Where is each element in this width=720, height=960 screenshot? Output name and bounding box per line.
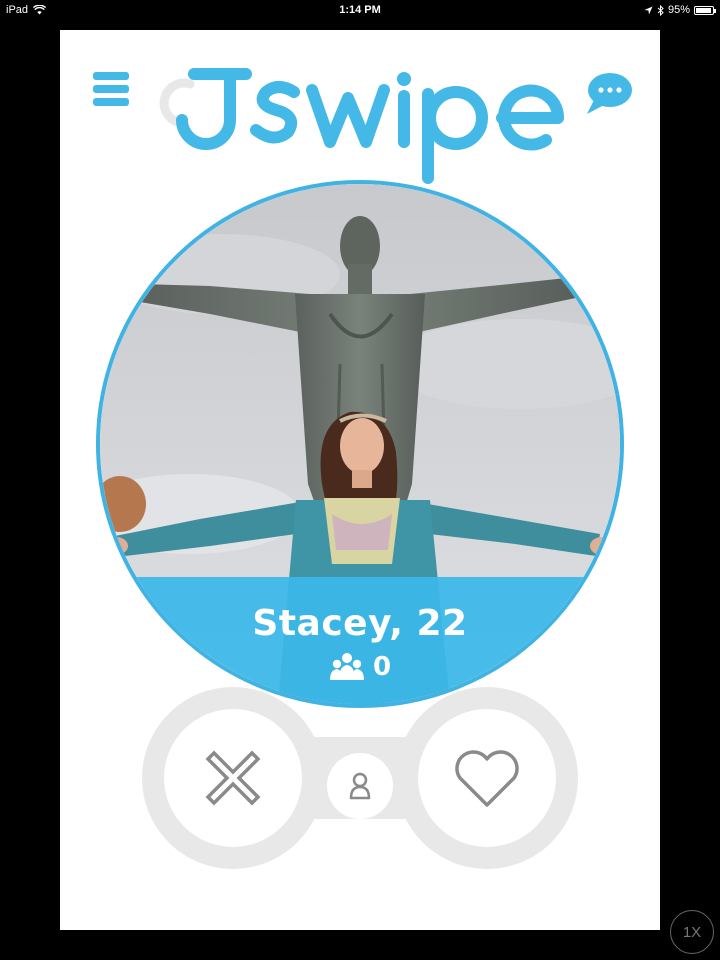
status-time: 1:14 PM xyxy=(339,4,381,16)
person-icon xyxy=(349,772,371,800)
location-arrow-icon xyxy=(644,5,653,15)
chat-bubble-icon xyxy=(587,73,632,114)
bluetooth-icon xyxy=(657,4,664,16)
jswipe-logo xyxy=(159,68,565,184)
nope-button[interactable] xyxy=(164,709,302,847)
battery-icon xyxy=(694,5,716,15)
like-button[interactable] xyxy=(418,709,556,847)
status-bar-right: 95% xyxy=(644,4,716,16)
heart-icon xyxy=(455,750,519,807)
compatibility-zoom-button[interactable]: 1X xyxy=(670,910,714,954)
group-icon xyxy=(329,653,364,680)
action-bar xyxy=(140,685,580,871)
menu-button[interactable] xyxy=(93,72,129,108)
x-icon xyxy=(205,750,261,806)
mutual-friends-count: 0 xyxy=(372,652,392,682)
profile-card[interactable]: Stacey, 22 0 xyxy=(96,180,624,708)
mutual-friends: 0 xyxy=(329,652,391,682)
profile-name-age: Stacey, 22 xyxy=(252,603,468,644)
battery-percent: 95% xyxy=(667,4,690,16)
chat-button[interactable] xyxy=(584,70,634,116)
status-bar: iPad 1:14 PM 95% xyxy=(0,0,720,22)
app-screen: Stacey, 22 0 xyxy=(60,30,660,930)
view-profile-button[interactable] xyxy=(327,753,393,819)
hamburger-menu-icon xyxy=(93,72,129,106)
